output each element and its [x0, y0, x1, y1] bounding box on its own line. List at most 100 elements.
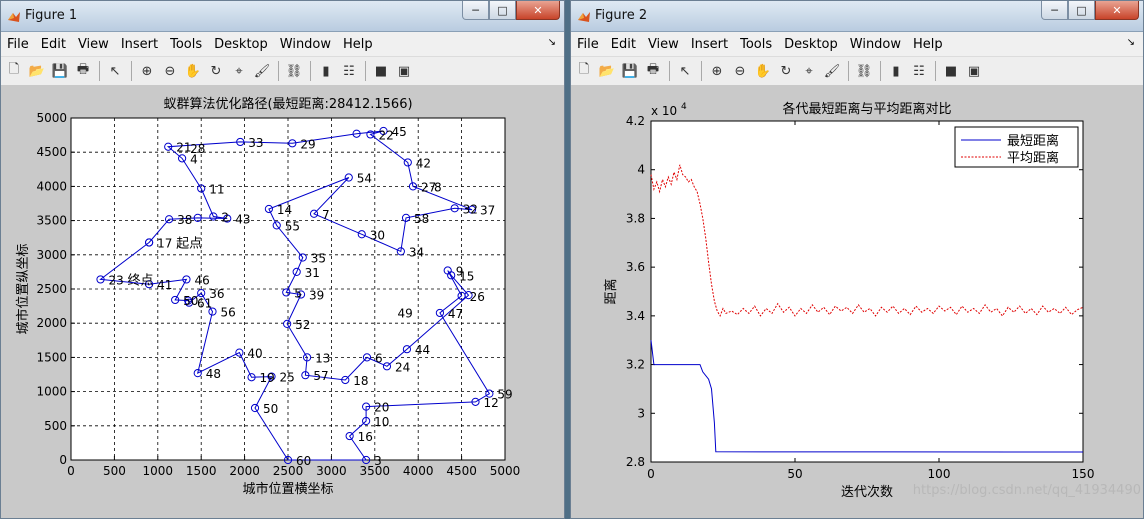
menu-tools[interactable]: Tools: [164, 37, 208, 52]
hide-plot-tools-icon[interactable]: ■: [370, 60, 392, 82]
maximize-button[interactable]: □: [489, 1, 516, 20]
figure1-titlebar[interactable]: Figure 1 ─ □ ✕: [1, 1, 564, 32]
close-button[interactable]: ✕: [1095, 1, 1139, 20]
legend-icon[interactable]: ☷: [338, 60, 360, 82]
minimize-button[interactable]: ─: [1041, 1, 1068, 20]
zoom-in-icon[interactable]: ⊕: [136, 60, 158, 82]
link-plot-icon[interactable]: ⛓: [283, 60, 305, 82]
city-label: 56: [220, 306, 235, 320]
x-axis-label: 迭代次数: [841, 484, 893, 500]
pan-hand-icon[interactable]: ✋: [752, 60, 774, 82]
y-exponent-label: x 10: [651, 104, 677, 118]
menu-view[interactable]: View: [72, 37, 115, 52]
x-tick-label: 4000: [403, 464, 434, 478]
city-label: 15: [459, 269, 474, 283]
y-tick-label: 1000: [36, 385, 67, 399]
distance-chart[interactable]: 0 50 100 150 2.8 3 3.2 3.4 3.6 3.8 4 4.2 x 10 4 最短距离平均…: [571, 85, 1143, 519]
y-tick-label: 1500: [36, 350, 67, 364]
figure2-window: Figure 2 ─ □ ✕ File Edit View Insert Tools De…: [570, 0, 1144, 519]
brush-icon[interactable]: 🖌: [251, 60, 273, 82]
legend-icon[interactable]: ☷: [908, 60, 930, 82]
zoom-out-icon[interactable]: ⊖: [159, 60, 181, 82]
menu-insert[interactable]: Insert: [685, 37, 734, 52]
city-label: 59: [497, 388, 512, 402]
figure1-menubar: File Edit View Insert Tools Desktop Window Help…: [1, 32, 564, 57]
matlab-logo-icon: [578, 12, 590, 22]
menu-tools[interactable]: Tools: [734, 37, 778, 52]
zoom-in-icon[interactable]: ⊕: [706, 60, 728, 82]
pointer-icon[interactable]: ↖: [104, 60, 126, 82]
menu-edit[interactable]: Edit: [605, 37, 642, 52]
city-label: 2: [221, 210, 229, 224]
minimize-button[interactable]: ─: [462, 1, 489, 20]
colorbar-icon[interactable]: ▮: [885, 60, 907, 82]
close-button[interactable]: ✕: [516, 1, 560, 20]
city-label: 31: [305, 266, 320, 280]
show-plot-tools-icon[interactable]: ▣: [393, 60, 415, 82]
figure1-plot-area: 0 500 1000 1500 2000 2500 3000 3500 4000 4500 5000…: [1, 85, 564, 518]
city-label: 33: [248, 136, 263, 150]
rotate-icon[interactable]: ↻: [775, 60, 797, 82]
y-tick-label: 3.4: [626, 309, 645, 323]
menu-desktop[interactable]: Desktop: [778, 37, 844, 52]
print-icon[interactable]: 🖶: [642, 60, 664, 82]
open-folder-icon[interactable]: 📂: [26, 60, 48, 82]
menu-desktop[interactable]: Desktop: [208, 37, 274, 52]
dock-arrow-icon[interactable]: ↘: [548, 37, 556, 48]
new-file-icon[interactable]: 🗋: [3, 60, 25, 82]
y-tick-label: 0: [59, 453, 67, 467]
x-tick-label: 3000: [316, 464, 347, 478]
print-icon[interactable]: 🖶: [72, 60, 94, 82]
figure1-window: Figure 1 ─ □ ✕ File Edit View Insert Tools De…: [0, 0, 565, 519]
data-cursor-icon[interactable]: ⌖: [798, 60, 820, 82]
city-label: 25: [280, 371, 295, 385]
menu-window[interactable]: Window: [274, 37, 337, 52]
menu-help[interactable]: Help: [337, 37, 379, 52]
y-tick-label: 3.8: [626, 211, 645, 225]
rotate-icon[interactable]: ↻: [205, 60, 227, 82]
data-cursor-icon[interactable]: ⌖: [228, 60, 250, 82]
menu-view[interactable]: View: [642, 37, 685, 52]
start-label: 起点: [176, 236, 202, 251]
menu-window[interactable]: Window: [844, 37, 907, 52]
figure2-titlebar[interactable]: Figure 2 ─ □ ✕: [571, 1, 1143, 32]
menu-edit[interactable]: Edit: [35, 37, 72, 52]
chart-title: 蚁群算法优化路径(最短距离:28412.1566): [163, 96, 412, 112]
y-tick-label: 2.8: [626, 455, 645, 469]
menu-help[interactable]: Help: [907, 37, 949, 52]
link-plot-icon[interactable]: ⛓: [853, 60, 875, 82]
y-tick-label: 3: [637, 406, 645, 420]
colorbar-icon[interactable]: ▮: [315, 60, 337, 82]
open-folder-icon[interactable]: 📂: [596, 60, 618, 82]
route-chart[interactable]: 0 500 1000 1500 2000 2500 3000 3500 4000 4500 5000…: [1, 85, 564, 519]
y-tick-label: 4: [637, 163, 645, 177]
city-label: 42: [416, 156, 431, 170]
menu-file[interactable]: File: [1, 37, 35, 52]
city-label: 26: [470, 290, 485, 304]
close-icon: ✕: [533, 3, 543, 17]
city-label: 23: [109, 273, 124, 287]
menu-file[interactable]: File: [571, 37, 605, 52]
city-label: 5: [294, 286, 302, 300]
zoom-out-icon[interactable]: ⊖: [729, 60, 751, 82]
save-icon[interactable]: 💾: [49, 60, 71, 82]
city-label: 52: [295, 318, 310, 332]
city-label: 34: [409, 245, 424, 259]
show-plot-tools-icon[interactable]: ▣: [963, 60, 985, 82]
save-icon[interactable]: 💾: [619, 60, 641, 82]
end-label: 终点: [128, 272, 154, 288]
maximize-button[interactable]: □: [1068, 1, 1095, 20]
city-label: 8: [434, 180, 442, 194]
hide-plot-tools-icon[interactable]: ■: [940, 60, 962, 82]
figure2-plot-area: 0 50 100 150 2.8 3 3.2 3.4 3.6 3.8 4 4.2 x 10 4 最短距离 平均…: [571, 85, 1143, 518]
brush-icon[interactable]: 🖌: [821, 60, 843, 82]
x-tick-label: 1000: [143, 464, 174, 478]
pointer-icon[interactable]: ↖: [674, 60, 696, 82]
x-tick-label: 4500: [446, 464, 477, 478]
city-label: 40: [247, 347, 262, 361]
dock-arrow-icon[interactable]: ↘: [1127, 37, 1135, 48]
pan-hand-icon[interactable]: ✋: [182, 60, 204, 82]
menu-insert[interactable]: Insert: [115, 37, 164, 52]
city-label: 37: [480, 204, 495, 218]
new-file-icon[interactable]: 🗋: [573, 60, 595, 82]
